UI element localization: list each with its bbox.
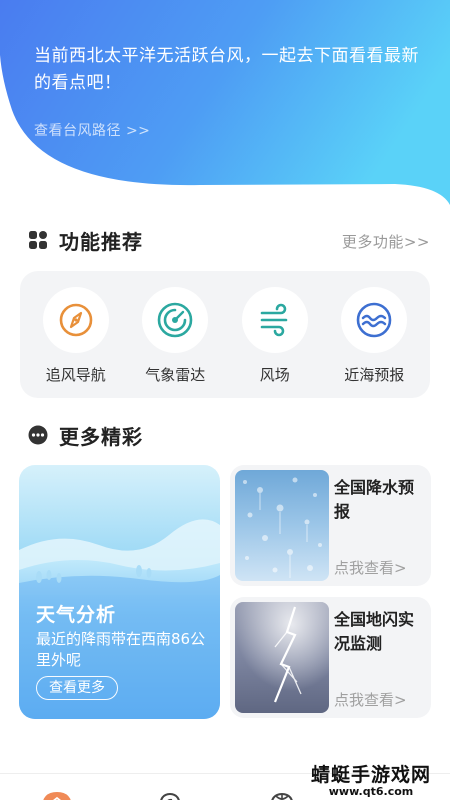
more-title: 更多精彩 — [59, 424, 143, 449]
weather-analysis-card[interactable]: 天气分析 最近的降雨带在西南86公里外呢 查看更多 — [19, 465, 220, 719]
feature-circle — [341, 287, 408, 353]
typhoon-path-link[interactable]: 查看台风路径 >> — [34, 120, 150, 140]
feature-weather-radar[interactable]: 气象雷达 — [130, 271, 220, 398]
globe-tab-icon — [271, 792, 293, 800]
precipitation-forecast-card[interactable]: 全国降水预报 点我查看> — [230, 465, 431, 586]
lightning-image — [235, 602, 329, 713]
feature-card: 追风导航 气象雷达 风场 近海预报 — [20, 271, 430, 398]
precipitation-view-link[interactable]: 点我查看> — [334, 557, 407, 578]
feature-offshore-forecast[interactable]: 近海预报 — [329, 271, 419, 398]
weather-analysis-title: 天气分析 — [36, 604, 117, 626]
more-header: 更多精彩 — [28, 420, 143, 450]
lightning-illustration — [235, 602, 329, 713]
feature-wind-field[interactable]: 风场 — [230, 271, 320, 398]
raindrops-image — [235, 470, 329, 581]
wind-icon — [260, 303, 288, 337]
feature-circle — [42, 287, 109, 353]
compass-icon — [59, 303, 93, 337]
home-tab-icon — [43, 792, 71, 800]
feature-label: 近海预报 — [344, 366, 405, 384]
hero-background — [0, 0, 450, 205]
tab-typhoon[interactable] — [155, 788, 185, 800]
watermark-title: 蜻蜓手游戏网 — [310, 764, 431, 786]
more-dots-icon — [28, 425, 48, 445]
feature-label: 气象雷达 — [145, 366, 206, 384]
watermark-url: www.qt6.com — [328, 785, 414, 798]
features-header: 功能推荐 — [28, 225, 143, 255]
feature-label: 追风导航 — [45, 366, 106, 384]
feature-label: 风场 — [259, 366, 290, 384]
grid-icon — [29, 231, 47, 249]
tab-home[interactable] — [40, 788, 71, 800]
lightning-monitor-card[interactable]: 全国地闪实况监测 点我查看> — [230, 597, 431, 718]
feature-circle — [241, 287, 308, 353]
more-features-link[interactable]: 更多功能>> — [342, 231, 430, 252]
view-more-button[interactable]: 查看更多 — [36, 676, 118, 700]
site-watermark: 蜻蜓手游戏网 www.qt6.com — [306, 764, 436, 798]
features-title: 功能推荐 — [59, 229, 143, 254]
lightning-title: 全国地闪实况监测 — [334, 610, 415, 653]
feature-wind-navigation[interactable]: 追风导航 — [31, 271, 121, 398]
hero-banner: 当前西北太平洋无活跃台风，一起去下面看看最新的看点吧！ 查看台风路径 >> — [0, 0, 450, 215]
lightning-view-link[interactable]: 点我查看> — [334, 689, 407, 710]
radar-icon — [157, 302, 193, 338]
typhoon-status-message: 当前西北太平洋无活跃台风，一起去下面看看最新的看点吧！ — [34, 46, 419, 93]
feature-circle — [142, 287, 209, 353]
raindrops-illustration — [235, 470, 329, 581]
precipitation-title: 全国降水预报 — [334, 478, 415, 521]
wave-icon — [356, 302, 392, 338]
weather-analysis-desc: 最近的降雨带在西南86公里外呢 — [36, 630, 206, 669]
typhoon-tab-icon — [160, 792, 180, 800]
tab-globe[interactable] — [267, 788, 297, 800]
